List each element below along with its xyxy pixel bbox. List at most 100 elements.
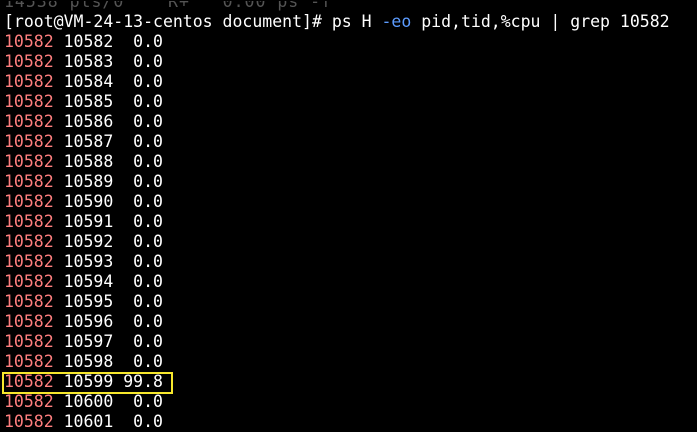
column-gap xyxy=(113,52,133,71)
output-row: 10582 10585 0.0 xyxy=(0,92,697,112)
tid-value: 10598 xyxy=(63,352,114,371)
pid-value: 10582 xyxy=(4,172,54,191)
column-gap xyxy=(113,72,133,91)
cpu-value: 0.0 xyxy=(133,152,163,171)
pid-value: 10582 xyxy=(4,352,54,371)
column-gap xyxy=(113,212,133,231)
terminal-window[interactable]: 14538 pts/0 R+ 0:00 ps -f [root@VM-24-13… xyxy=(0,0,697,432)
pid-value: 10582 xyxy=(4,132,54,151)
cpu-value: 0.0 xyxy=(133,172,163,191)
cpu-value: 0.0 xyxy=(133,52,163,71)
cpu-value: 0.0 xyxy=(133,412,163,431)
pid-value: 10582 xyxy=(4,252,54,271)
tid-value: 10588 xyxy=(63,152,114,171)
pid-value: 10582 xyxy=(4,272,54,291)
cpu-value: 0.0 xyxy=(133,32,163,51)
tid-value: 10594 xyxy=(63,272,114,291)
output-row: 10582 10598 0.0 xyxy=(0,352,697,372)
cpu-value: 0.0 xyxy=(133,312,163,331)
pid-value: 10582 xyxy=(4,412,54,431)
command-args: pid,tid,%cpu | grep 10582 xyxy=(411,12,670,31)
tid-value: 10595 xyxy=(63,292,114,311)
tid-value: 10583 xyxy=(63,52,114,71)
pid-value: 10582 xyxy=(4,192,54,211)
tid-value: 10584 xyxy=(63,72,114,91)
output-rows: 10582 10582 0.0 10582 10583 0.0 10582 1058… xyxy=(0,32,697,432)
column-gap xyxy=(113,252,133,271)
pid-value: 10582 xyxy=(4,232,54,251)
column-gap xyxy=(113,372,123,391)
output-row: 10582 10597 0.0 xyxy=(0,332,697,352)
pid-value: 10582 xyxy=(4,332,54,351)
tid-value: 10601 xyxy=(63,412,114,431)
output-row: 10582 10588 0.0 xyxy=(0,152,697,172)
column-gap xyxy=(113,192,133,211)
column-gap xyxy=(113,112,133,131)
column-gap xyxy=(113,132,133,151)
pid-value: 10582 xyxy=(4,292,54,311)
column-gap xyxy=(113,292,133,311)
column-gap xyxy=(113,232,133,251)
output-row: 10582 10586 0.0 xyxy=(0,112,697,132)
pid-value: 10582 xyxy=(4,392,54,411)
highlighted-output-row: 10582 10599 99.8 xyxy=(0,372,697,394)
pid-value: 10582 xyxy=(4,152,54,171)
pid-value: 10582 xyxy=(4,32,54,51)
cpu-value: 0.0 xyxy=(133,252,163,271)
column-gap xyxy=(113,312,133,331)
cpu-value: 0.0 xyxy=(133,272,163,291)
cpu-value: 99.8 xyxy=(123,372,163,391)
cpu-value: 0.0 xyxy=(133,212,163,231)
pid-value: 10582 xyxy=(4,212,54,231)
tid-value: 10589 xyxy=(63,172,114,191)
tid-value: 10600 xyxy=(63,392,114,411)
column-gap xyxy=(113,332,133,351)
pid-value: 10582 xyxy=(4,92,54,111)
output-row: 10582 10601 0.0 xyxy=(0,412,697,432)
tid-value: 10596 xyxy=(63,312,114,331)
tid-value: 10599 xyxy=(63,372,114,391)
cpu-value: 0.0 xyxy=(133,112,163,131)
output-row: 10582 10594 0.0 xyxy=(0,272,697,292)
output-row: 10582 10584 0.0 xyxy=(0,72,697,92)
column-gap xyxy=(113,392,133,411)
tid-value: 10597 xyxy=(63,332,114,351)
pid-value: 10582 xyxy=(4,72,54,91)
partial-output-line: 14538 pts/0 R+ 0:00 ps -f xyxy=(4,0,333,11)
cpu-value: 0.0 xyxy=(133,352,163,371)
tid-value: 10592 xyxy=(63,232,114,251)
cpu-value: 0.0 xyxy=(133,192,163,211)
cpu-value: 0.0 xyxy=(133,132,163,151)
output-row: 10582 10583 0.0 xyxy=(0,52,697,72)
column-gap xyxy=(113,92,133,111)
output-row: 10582 10587 0.0 xyxy=(0,132,697,152)
output-row: 10582 10595 0.0 xyxy=(0,292,697,312)
pid-value: 10582 xyxy=(4,312,54,331)
tid-value: 10586 xyxy=(63,112,114,131)
output-row: 10582 10593 0.0 xyxy=(0,252,697,272)
column-gap xyxy=(113,352,133,371)
cpu-value: 0.0 xyxy=(133,72,163,91)
shell-prompt: [root@VM-24-13-centos document]# xyxy=(4,12,332,31)
tid-value: 10582 xyxy=(63,32,114,51)
cpu-value: 0.0 xyxy=(133,332,163,351)
output-row: 10582 10589 0.0 xyxy=(0,172,697,192)
cpu-value: 0.0 xyxy=(133,92,163,111)
tid-value: 10591 xyxy=(63,212,114,231)
column-gap xyxy=(113,152,133,171)
output-row: 10582 10582 0.0 xyxy=(0,32,697,52)
pid-value: 10582 xyxy=(4,112,54,131)
tid-value: 10590 xyxy=(63,192,114,211)
column-gap xyxy=(113,172,133,191)
command-line: [root@VM-24-13-centos document]# ps H -e… xyxy=(0,12,697,32)
cpu-value: 0.0 xyxy=(133,232,163,251)
cpu-value: 0.0 xyxy=(133,292,163,311)
output-row: 10582 10596 0.0 xyxy=(0,312,697,332)
output-row: 10582 10590 0.0 xyxy=(0,192,697,212)
pid-value: 10582 xyxy=(4,372,54,391)
column-gap xyxy=(113,32,133,51)
output-row: 10582 10592 0.0 xyxy=(0,232,697,252)
output-row: 10582 10591 0.0 xyxy=(0,212,697,232)
tid-value: 10585 xyxy=(63,92,114,111)
tid-value: 10587 xyxy=(63,132,114,151)
